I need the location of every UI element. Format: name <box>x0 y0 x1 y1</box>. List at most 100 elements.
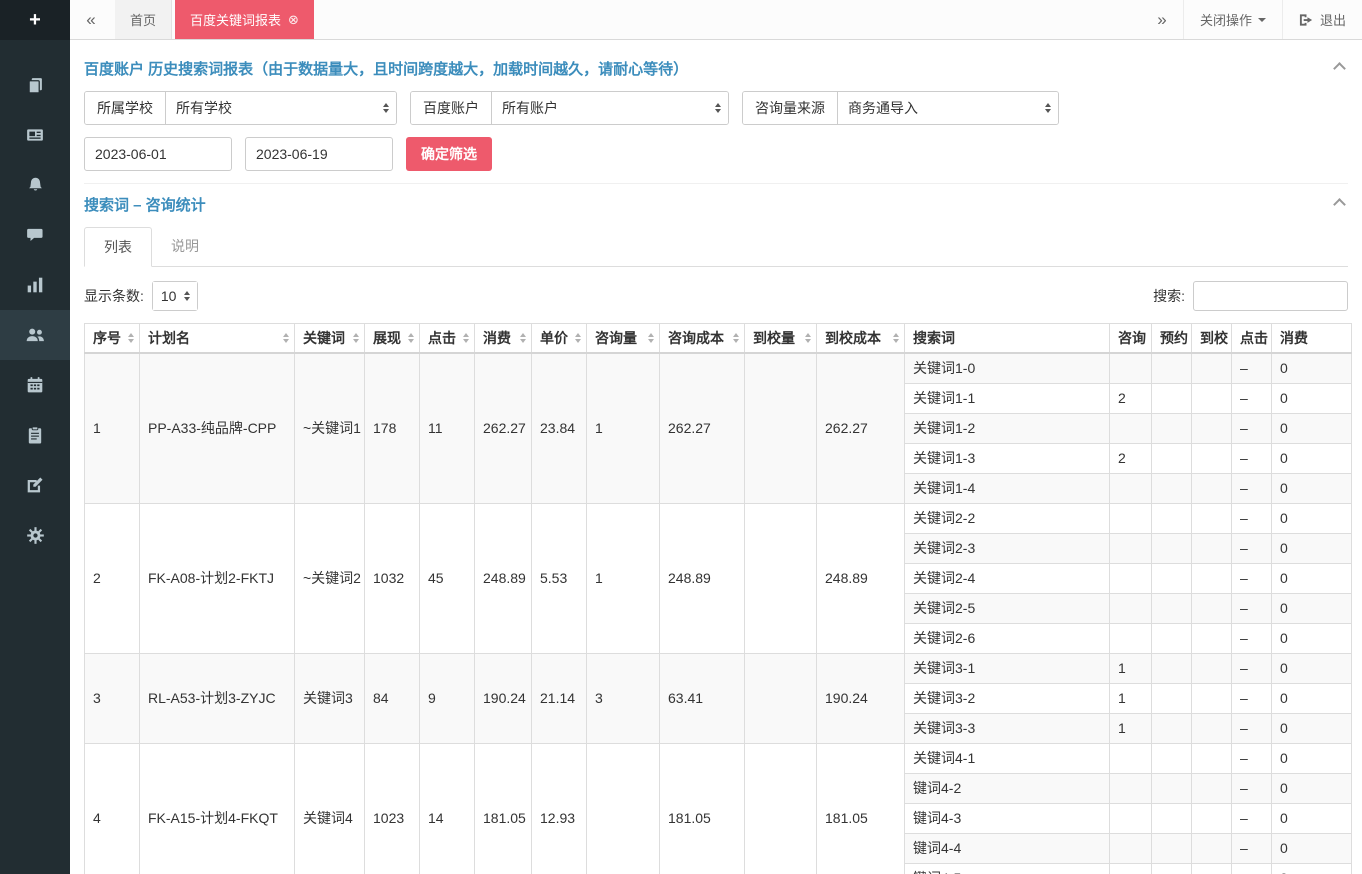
term-click: – <box>1232 714 1272 744</box>
logout-button[interactable]: 退出 <box>1282 0 1362 39</box>
source-select[interactable]: 商务通导入 <box>838 92 1058 124</box>
filter-row-selects: 所属学校 所有学校 百度账户 所有账户 <box>84 91 1348 125</box>
tabs-scroll-left-button[interactable]: « <box>70 0 112 39</box>
term-consult <box>1110 594 1152 624</box>
sort-icon[interactable] <box>893 333 899 343</box>
sidebar-item-users[interactable] <box>0 310 70 360</box>
collapse-chevron-icon[interactable] <box>1333 198 1346 211</box>
term-cost: 0 <box>1272 804 1352 834</box>
col-header-consult-cost[interactable]: 咨询成本 <box>660 324 745 354</box>
sort-icon[interactable] <box>128 333 134 343</box>
term-cost: 0 <box>1272 384 1352 414</box>
plan-name: FK-A08-计划2-FKTJ <box>140 504 295 654</box>
col-header-no[interactable]: 序号 <box>85 324 140 354</box>
col-header-label: 到校成本 <box>825 330 881 346</box>
sort-icon[interactable] <box>575 333 581 343</box>
account-select-wrap: 所有账户 <box>492 92 728 124</box>
close-operations-dropdown[interactable]: 关闭操作 <box>1183 0 1282 39</box>
col-header-label: 搜索词 <box>913 330 955 346</box>
top-tab-active[interactable]: 百度关键词报表 ⊗ <box>175 0 314 39</box>
sort-icon[interactable] <box>353 333 359 343</box>
account-select[interactable]: 所有账户 <box>492 92 728 124</box>
sidebar-item-comments[interactable] <box>0 210 70 260</box>
col-header-term-arrive: 到校 <box>1192 324 1232 354</box>
term-arrive <box>1192 594 1232 624</box>
col-header-arrival-cost[interactable]: 到校成本 <box>817 324 905 354</box>
sort-icon[interactable] <box>408 333 414 343</box>
term-click: – <box>1232 624 1272 654</box>
table-controls: 显示条数: 10 搜索: <box>84 281 1348 311</box>
term-book <box>1152 474 1192 504</box>
search-term: 关键词2-4 <box>905 564 1110 594</box>
cost: 262.27 <box>475 353 532 504</box>
search-input[interactable] <box>1193 281 1348 311</box>
term-consult <box>1110 624 1152 654</box>
sort-icon[interactable] <box>463 333 469 343</box>
school-select[interactable]: 所有学校 <box>166 92 396 124</box>
term-book <box>1152 804 1192 834</box>
page-size-select[interactable]: 10 <box>153 282 197 310</box>
col-header-label: 消费 <box>483 330 511 346</box>
sidebar-item-gears[interactable] <box>0 510 70 560</box>
collapse-chevron-icon[interactable] <box>1333 62 1346 75</box>
impressions: 1032 <box>365 504 420 654</box>
term-arrive <box>1192 714 1232 744</box>
clicks: 9 <box>420 654 475 744</box>
col-header-consults[interactable]: 咨询量 <box>587 324 660 354</box>
col-header-plan[interactable]: 计划名 <box>140 324 295 354</box>
term-arrive <box>1192 444 1232 474</box>
sidebar-item-bell[interactable] <box>0 160 70 210</box>
col-header-cost[interactable]: 消费 <box>475 324 532 354</box>
date-to-input[interactable] <box>245 137 393 171</box>
col-header-arrivals[interactable]: 到校量 <box>745 324 817 354</box>
term-arrive <box>1192 504 1232 534</box>
tabs-scroll-right-button[interactable]: » <box>1141 0 1183 39</box>
term-consult <box>1110 474 1152 504</box>
term-book <box>1152 444 1192 474</box>
unit-price: 21.14 <box>532 654 587 744</box>
term-click: – <box>1232 444 1272 474</box>
search-term: 关键词3-1 <box>905 654 1110 684</box>
double-chevron-left-icon: « <box>86 10 95 30</box>
term-cost: 0 <box>1272 474 1352 504</box>
col-header-price[interactable]: 单价 <box>532 324 587 354</box>
sidebar-item-files[interactable] <box>0 60 70 110</box>
top-tab[interactable]: 首页 <box>115 0 172 39</box>
confirm-filter-button[interactable]: 确定筛选 <box>406 137 492 171</box>
col-header-clicks[interactable]: 点击 <box>420 324 475 354</box>
sort-icon[interactable] <box>805 333 811 343</box>
topbar: « 首页百度关键词报表 ⊗ » 关闭操作 退出 <box>70 0 1362 40</box>
term-book <box>1152 594 1192 624</box>
search-term: 关键词1-3 <box>905 444 1110 474</box>
sidebar-item-bar-chart[interactable] <box>0 260 70 310</box>
tab-list[interactable]: 列表 <box>84 227 152 267</box>
unit-price: 5.53 <box>532 504 587 654</box>
tab-help[interactable]: 说明 <box>152 227 218 267</box>
sort-icon[interactable] <box>733 333 739 343</box>
term-arrive <box>1192 534 1232 564</box>
col-header-impressions[interactable]: 展现 <box>365 324 420 354</box>
search-term: 关键词1-0 <box>905 353 1110 384</box>
date-from-input[interactable] <box>84 137 232 171</box>
sort-icon[interactable] <box>520 333 526 343</box>
sort-icon[interactable] <box>648 333 654 343</box>
top-tab-label: 百度关键词报表 <box>190 10 281 29</box>
tab-close-icon[interactable]: ⊗ <box>288 12 299 28</box>
col-header-label: 咨询量 <box>595 330 637 346</box>
sidebar-item-clipboard[interactable] <box>0 410 70 460</box>
comments-icon <box>26 226 44 244</box>
keyword: ~关键词2 <box>295 504 365 654</box>
term-click: – <box>1232 774 1272 804</box>
sidebar-item-edit[interactable] <box>0 460 70 510</box>
term-consult <box>1110 774 1152 804</box>
cost: 248.89 <box>475 504 532 654</box>
term-click: – <box>1232 684 1272 714</box>
sidebar-logo[interactable]: + <box>0 0 70 40</box>
col-header-keyword[interactable]: 关键词 <box>295 324 365 354</box>
sidebar-item-calendar[interactable] <box>0 360 70 410</box>
sort-icon[interactable] <box>283 333 289 343</box>
consult-count: 1 <box>587 353 660 504</box>
term-click: – <box>1232 654 1272 684</box>
sidebar-item-newspaper[interactable] <box>0 110 70 160</box>
term-consult <box>1110 353 1152 384</box>
